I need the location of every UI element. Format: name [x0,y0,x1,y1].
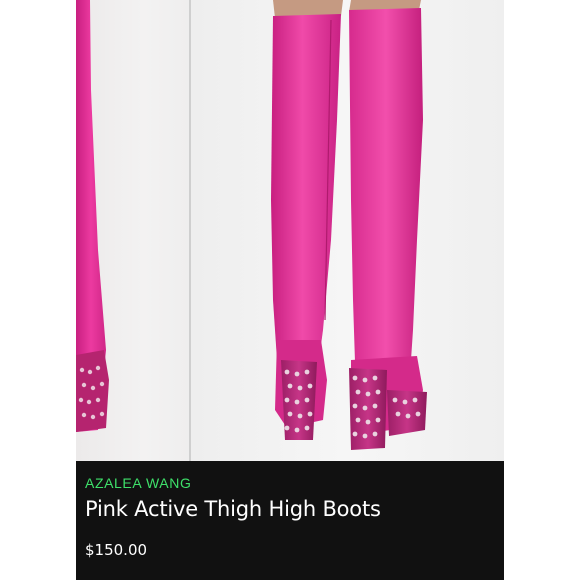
product-brand[interactable]: AZALEA WANG [85,475,191,491]
boot-image-partial [76,0,109,432]
product-card[interactable]: AZALEA WANG Pink Active Thigh High Boots… [76,0,504,580]
product-photo-gallery[interactable] [76,0,504,461]
product-photo-main[interactable] [191,0,504,461]
listing-frame: AZALEA WANG Pink Active Thigh High Boots… [0,0,580,580]
product-price: $150.00 [85,541,148,559]
boot-image [271,0,427,450]
product-photo-previous[interactable] [76,0,189,461]
product-title[interactable]: Pink Active Thigh High Boots [85,497,381,521]
product-info-panel: AZALEA WANG Pink Active Thigh High Boots… [76,461,504,580]
